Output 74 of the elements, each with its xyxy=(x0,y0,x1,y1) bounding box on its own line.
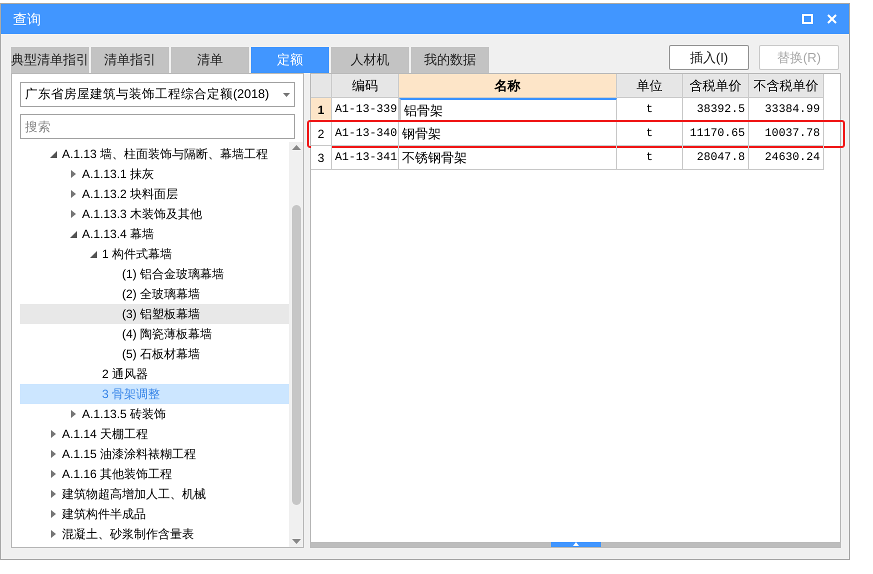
tree-item[interactable]: A.1.13.5 砖装饰 xyxy=(20,404,289,424)
tree-item[interactable]: 1 构件式幕墙 xyxy=(20,244,289,264)
tree-item[interactable]: (5) 石板材幕墙 xyxy=(20,344,289,364)
tree-item[interactable]: (3) 铝塑板幕墙 xyxy=(20,304,289,324)
close-icon[interactable] xyxy=(827,14,837,24)
vertical-scrollbar[interactable] xyxy=(289,142,303,547)
collapsed-triangle-icon xyxy=(50,450,56,458)
maximize-icon[interactable] xyxy=(802,14,813,24)
tree-item[interactable]: 建筑构件半成品 xyxy=(20,504,289,524)
row-number[interactable]: 1 xyxy=(311,98,332,122)
tree-item[interactable]: 建筑物超高增加人工、机械 xyxy=(20,484,289,504)
search-field[interactable]: 搜索 xyxy=(20,114,295,139)
collapsed-triangle-icon xyxy=(50,430,56,438)
tree-item[interactable]: 混凝土、砂浆制作含量表 xyxy=(20,524,289,544)
table-cell: 10037.78 xyxy=(749,122,824,146)
column-header[interactable]: 名称 xyxy=(399,74,617,98)
table-cell: 38392.5 xyxy=(683,98,749,122)
tab[interactable]: 典型清单指引 xyxy=(11,47,89,73)
collapsed-triangle-icon xyxy=(50,510,56,518)
table-cell: 钢骨架 xyxy=(399,122,617,146)
tree-item[interactable]: A.1.16 其他装饰工程 xyxy=(20,464,289,484)
tree-item[interactable]: A.1.13.3 木装饰及其他 xyxy=(20,204,289,224)
column-header[interactable]: 不含税单价 xyxy=(749,74,824,98)
collapsed-triangle-icon xyxy=(50,530,56,538)
scroll-down-icon[interactable] xyxy=(292,539,300,544)
tab[interactable]: 人材机 xyxy=(331,47,409,73)
corner-cell xyxy=(311,74,332,98)
dropdown-caret-icon xyxy=(283,92,290,96)
table-cell: 铝骨架 xyxy=(399,98,617,122)
tab[interactable]: 我的数据 xyxy=(411,47,489,73)
table-cell: t xyxy=(617,122,683,146)
tree-item[interactable]: A.1.15 油漆涂料裱糊工程 xyxy=(20,444,289,464)
column-header[interactable]: 编码 xyxy=(332,74,399,98)
tree-item[interactable]: (1) 铝合金玻璃幕墙 xyxy=(20,264,289,284)
tree-item[interactable]: A.1.13.4 幕墙 xyxy=(20,224,289,244)
table-cell: t xyxy=(617,146,683,170)
table-cell: A1-13-339 xyxy=(332,98,399,122)
scroll-up-icon[interactable] xyxy=(292,145,300,150)
row-number[interactable]: 3 xyxy=(311,146,332,170)
collapsed-triangle-icon xyxy=(50,470,56,478)
tab[interactable]: 清单指引 xyxy=(91,47,169,73)
tree-item[interactable]: A.1.13.1 抹灰 xyxy=(20,164,289,184)
collapsed-triangle-icon xyxy=(70,410,76,418)
table-cell: 不锈钢骨架 xyxy=(399,146,617,170)
column-header[interactable]: 含税单价 xyxy=(683,74,749,98)
tab[interactable]: 清单 xyxy=(171,47,249,73)
table-cell: t xyxy=(617,98,683,122)
column-header[interactable]: 单位 xyxy=(617,74,683,98)
table-cell: A1-13-341 xyxy=(332,146,399,170)
tree-item[interactable]: A.1.13.2 块料面层 xyxy=(20,184,289,204)
library-select[interactable]: 广东省房屋建筑与装饰工程综合定额(2018) xyxy=(20,82,295,107)
row-number[interactable]: 2 xyxy=(311,122,332,146)
tree-item[interactable]: (4) 陶瓷薄板幕墙 xyxy=(20,324,289,344)
scrollbar-thumb[interactable] xyxy=(292,204,300,504)
window-title: 查询 xyxy=(13,10,42,28)
table-cell: 33384.99 xyxy=(749,98,824,122)
collapsed-triangle-icon xyxy=(50,490,56,498)
table-cell: A1-13-340 xyxy=(332,122,399,146)
collapsed-triangle-icon xyxy=(70,190,76,198)
tree-item[interactable]: A.1.14 天棚工程 xyxy=(20,424,289,444)
scrollbar-handle[interactable] xyxy=(550,542,600,547)
table-cell: 11170.65 xyxy=(683,122,749,146)
table-cell: 24630.24 xyxy=(749,146,824,170)
table-cell: 28047.8 xyxy=(683,146,749,170)
tree-item[interactable]: (2) 全玻璃幕墙 xyxy=(20,284,289,304)
expanded-triangle-icon xyxy=(90,250,96,258)
collapsed-triangle-icon xyxy=(70,210,76,218)
collapsed-triangle-icon xyxy=(70,170,76,178)
horizontal-scrollbar[interactable] xyxy=(311,542,840,547)
expanded-triangle-icon xyxy=(70,230,76,238)
action-button[interactable]: 插入(I) xyxy=(669,45,749,70)
expanded-triangle-icon xyxy=(50,150,56,158)
tree-item[interactable]: 2 通风器 xyxy=(20,364,289,384)
tree-item[interactable]: A.1.13 墙、柱面装饰与隔断、幕墙工程 xyxy=(20,144,289,164)
